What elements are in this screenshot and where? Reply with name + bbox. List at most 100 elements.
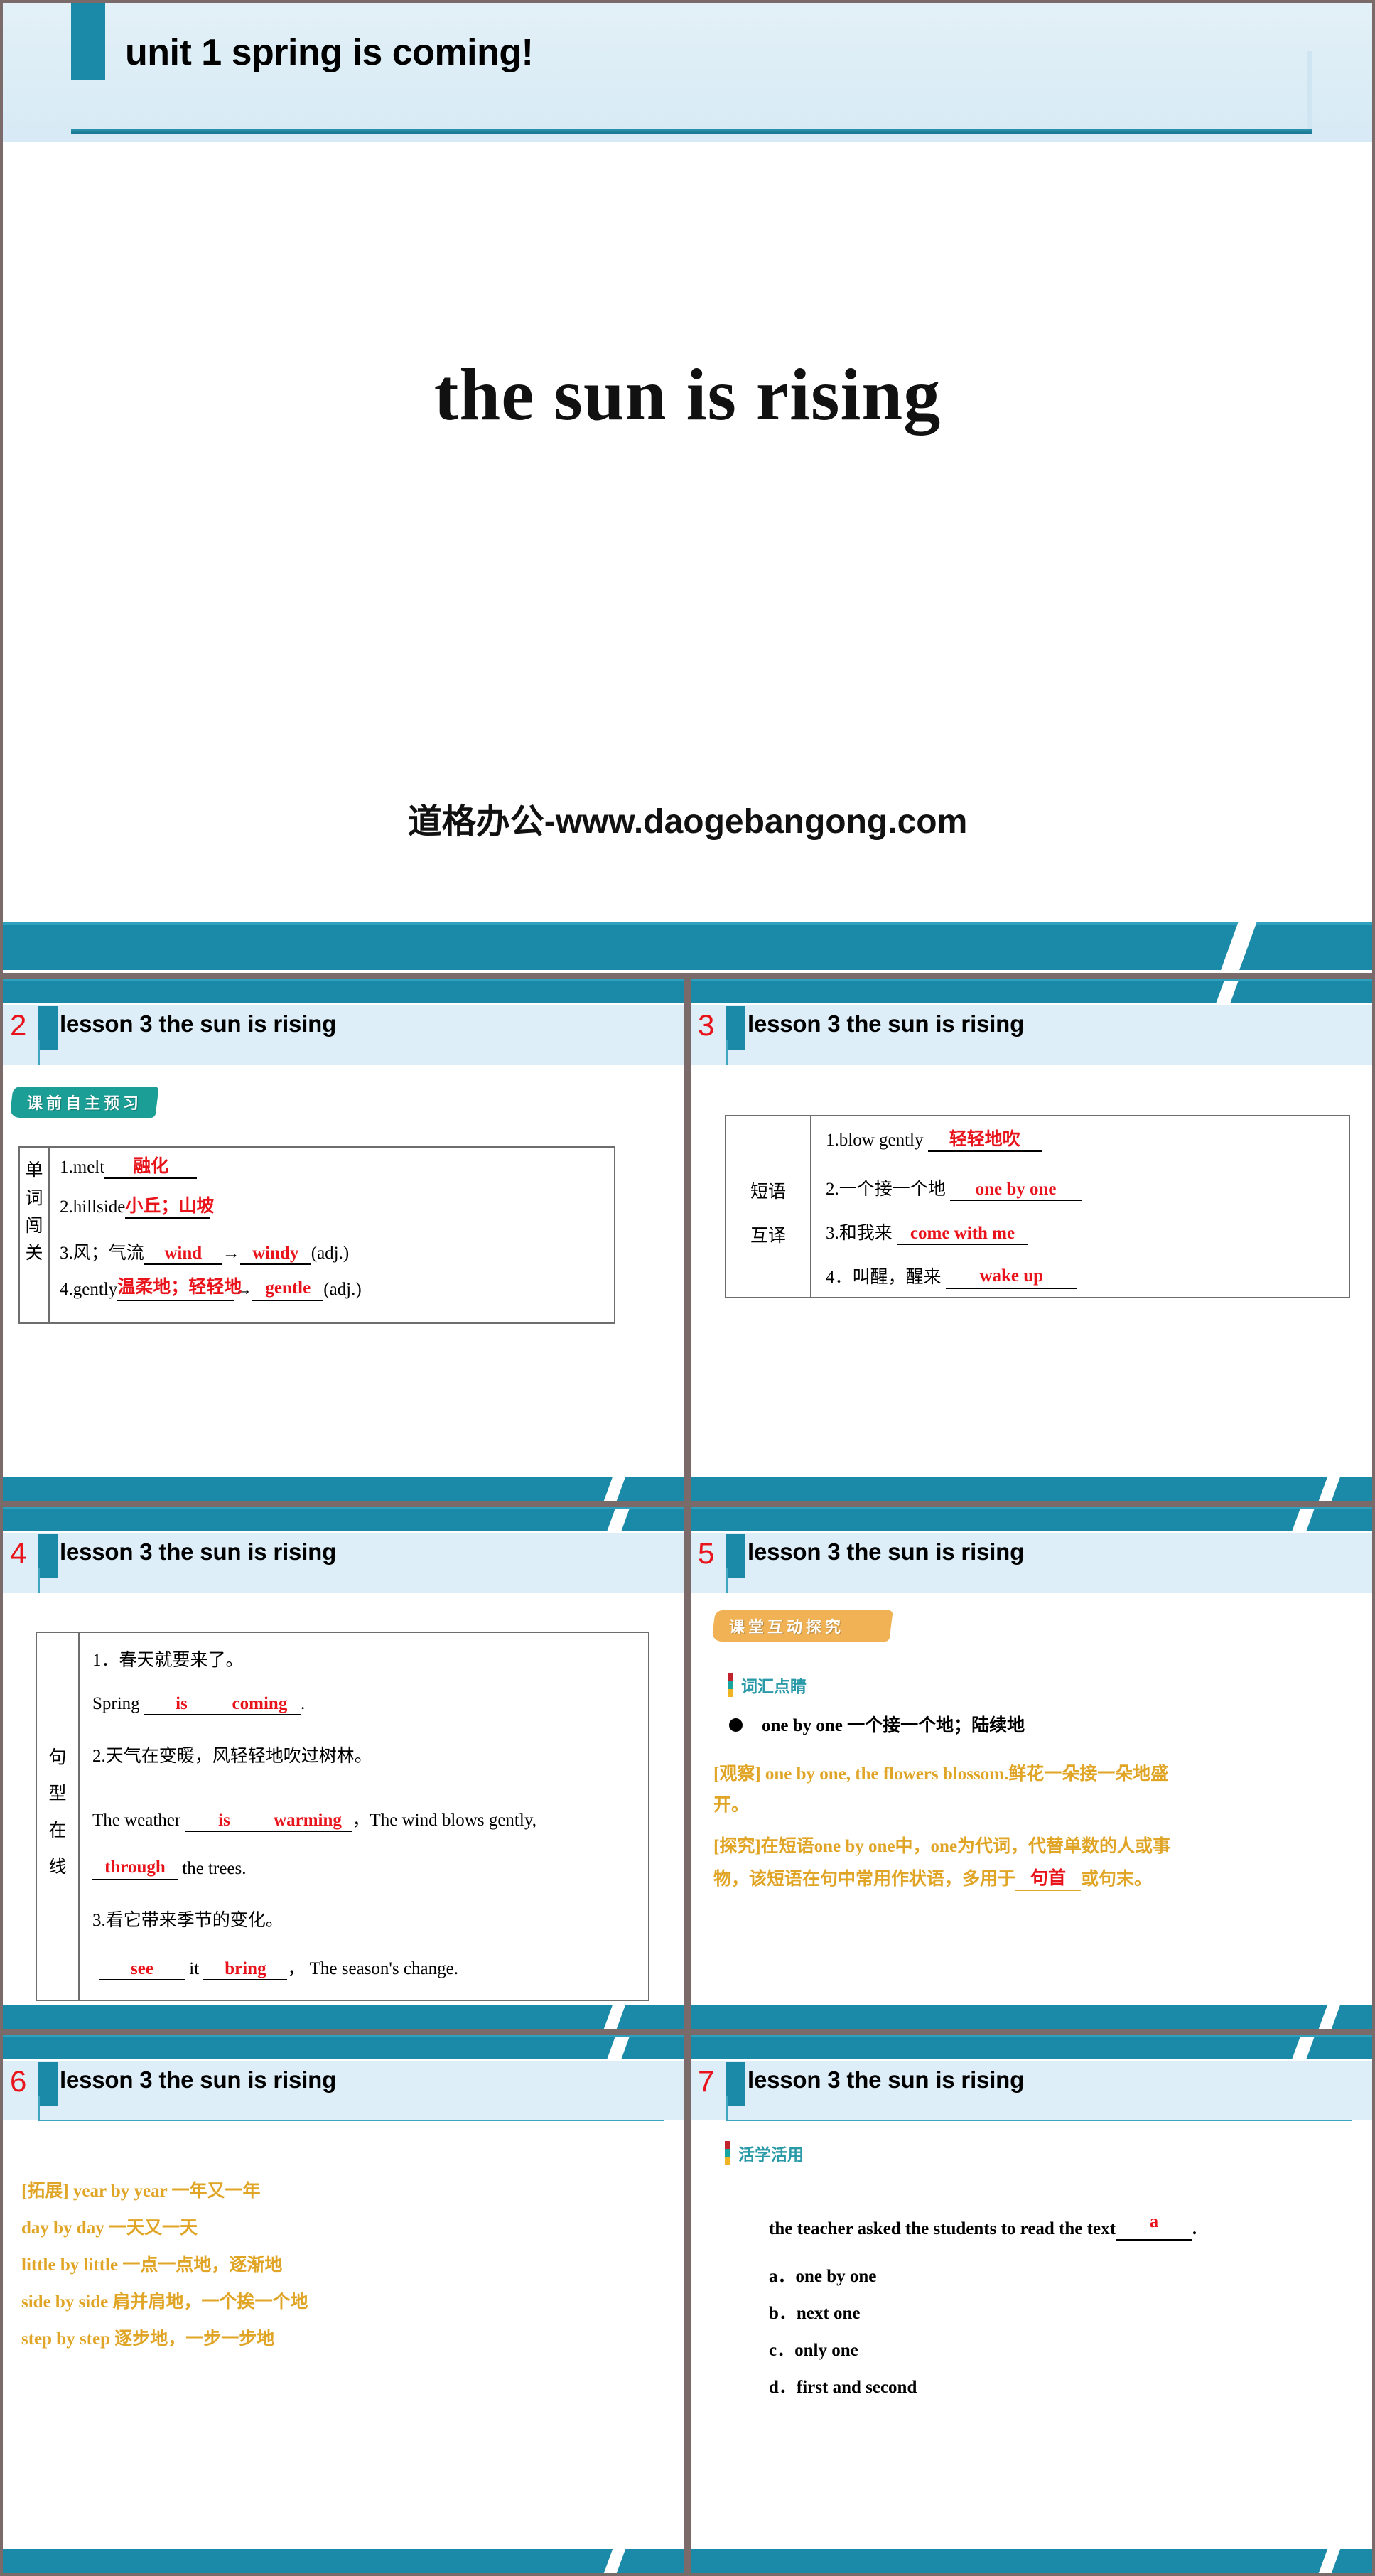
slide-4-line-7: see it bring， The season's change.: [99, 1954, 458, 1980]
slide-3-table-divider: [810, 1116, 811, 1297]
slide-5-tag: 课堂互动探究: [711, 1610, 893, 1642]
slide-4-line-3: 2.天气在变暖，风轻轻地吹过树林。: [92, 1742, 372, 1767]
slide-2-title: lesson 3 the sun is rising: [60, 1011, 337, 1037]
slide-3-row-4-answer: wake up: [979, 1266, 1044, 1286]
slide-4-line-2: Spring is coming.: [92, 1694, 305, 1715]
slide-4-header: 4 lesson 3 the sun is rising: [3, 1533, 684, 1593]
slide-7-number: 7: [698, 2064, 715, 2098]
slide-7-body: 活学活用 the teacher asked the students to r…: [691, 2121, 1372, 2549]
slide-4-answer-2: coming: [232, 1694, 288, 1713]
slide-5-number-bar: [726, 1534, 745, 1578]
slide-1-accent-bar: [71, 3, 105, 80]
slide-4-answer-1: is: [176, 1694, 188, 1713]
slide-2-row-4-lead: 4.gently: [60, 1280, 118, 1299]
slide-7-option-d-text: d．first and second: [769, 2378, 917, 2397]
slide-2-number: 2: [10, 1008, 27, 1042]
slide-7-top-slash: [1288, 2037, 1318, 2059]
slide-5-bottom-slash: [1314, 2005, 1345, 2029]
slide-1-header-rule: [71, 129, 1312, 134]
slide-6-expansion-3-text: little by little 一点一点地，逐渐地: [21, 2256, 283, 2275]
slide-5-title: lesson 3 the sun is rising: [748, 1538, 1025, 1565]
slide-7-bottom-slash: [1314, 2549, 1345, 2573]
slide-1-footer-band: [3, 915, 1372, 973]
slide-4-table-divider: [78, 1633, 80, 2000]
slide-deck-page: unit 1 spring is coming! the sun is risi…: [0, 0, 1375, 2576]
slide-4-bottom-band: [3, 2005, 684, 2029]
slide-7-title-left-edge: [726, 2096, 728, 2122]
slide-6-number-bar: [38, 2062, 58, 2106]
slide-7-question: the teacher asked the students to read t…: [769, 2212, 1197, 2241]
slide-6-number: 6: [10, 2064, 27, 2098]
slide-2-row-3-answer2: windy: [252, 1244, 299, 1263]
slide-2-row-3: 3.风；气流 wind → windy (adj.): [60, 1239, 349, 1265]
watermark-text: 道格办公-www.daogebangong.com: [407, 803, 968, 841]
slide-5-number: 5: [698, 1536, 715, 1570]
slide-7-top-band: [691, 2035, 1372, 2059]
slide-4-top-slash: [603, 1509, 633, 1531]
slide-2-row-1-answer: 融化: [133, 1157, 169, 1176]
slide-7-option-d[interactable]: d．first and second: [769, 2373, 917, 2398]
slide-5-top-band: [691, 1507, 1372, 1531]
slide-2-row-2-answer: 小丘；山坡: [125, 1197, 215, 1216]
slide-7-option-c[interactable]: c．only one: [769, 2336, 858, 2361]
slide-5-note2-line2a-text: 物，该短语在句中常用作状语，多用于: [713, 1870, 1016, 1889]
slide-7-option-a[interactable]: a．one by one: [769, 2262, 876, 2287]
slide-7-section-marker: 活学活用: [725, 2141, 804, 2165]
slide-2-tag: 课前自主预习: [9, 1087, 159, 1118]
footer-slash-decor: [1216, 915, 1260, 973]
slide-5-entry-text: one by one 一个接一个地；陆续地: [762, 1716, 1025, 1735]
slide-6-expansion-5: step by step 逐步地，一步一步地: [21, 2324, 274, 2350]
slide-5-note1-line2: 开。: [713, 1791, 749, 1816]
slide-4-number-bar: [38, 1534, 58, 1578]
unit-title: unit 1 spring is coming!: [125, 32, 534, 73]
slide-7-bottom-band: [691, 2549, 1372, 2573]
slide-4-body: 句型在线 1．春天就要来了。 Spring is coming. 2.天气在变暖…: [3, 1593, 684, 2005]
slide-4-title: lesson 3 the sun is rising: [60, 1538, 337, 1565]
slide-2-row-1-lead: 1.melt: [60, 1158, 105, 1177]
slide-5-note1-line1-text: [观察] one by one, the flowers blossom.鲜花一…: [713, 1764, 1169, 1784]
slide-3-row-2-answer: one by one: [975, 1180, 1057, 1199]
slide-2-body: 课前自主预习 单词闯关 1.melt 融化 2.hillside 小丘；山坡 3…: [3, 1065, 684, 1477]
slide-2-number-bar: [38, 1006, 58, 1050]
slide-4-side-label: 句型在线: [48, 1748, 67, 1877]
slide-5-title-left-edge: [726, 1568, 728, 1594]
slide-4-answer-6: see: [131, 1959, 153, 1978]
slide-2-row-3-arrow: →: [222, 1244, 240, 1263]
slide-5-body: 课堂互动探究 词汇点睛 one by one 一个接一个地；陆续地 [观察] o…: [691, 1593, 1372, 2005]
slide-5-marker-text: 词汇点睛: [741, 1678, 807, 1696]
slide-1-right-stub: [1307, 51, 1312, 131]
slide-7-question-text: the teacher asked the students to read t…: [769, 2219, 1116, 2238]
slide-3-top-band: [691, 979, 1372, 1003]
tri-color-bar-icon: [725, 2141, 730, 2165]
slide-5-note2-line2: 物，该短语在句中常用作状语，多用于 句首 或句末。: [713, 1865, 1152, 1891]
slide-6-header: 6 lesson 3 the sun is rising: [3, 2061, 684, 2120]
slide-3-row-1-lead: 1.blow gently: [826, 1131, 924, 1150]
slide-6-title-left-edge: [38, 2096, 40, 2122]
slide-4: 4 lesson 3 the sun is rising 句型在线 1．春天就要…: [3, 1507, 684, 2029]
slide-6-expansion-1: [拓展] year by year 一年又一年: [21, 2177, 261, 2202]
slide-4-line-5: through the trees.: [92, 1858, 246, 1880]
slide-4-answer-3: is: [218, 1811, 230, 1830]
main-title: the sun is rising: [433, 354, 942, 436]
slide-7-header: 7 lesson 3 the sun is rising: [691, 2061, 1372, 2120]
slide-2-tag-label: 课前自主预习: [27, 1095, 143, 1113]
slide-7-option-b[interactable]: b．next one: [769, 2299, 860, 2324]
slide-7-option-a-text: a．one by one: [769, 2267, 877, 2286]
slide-3-side-label-2: 互译: [750, 1227, 786, 1246]
slide-3-bottom-slash: [1314, 1477, 1345, 1501]
slide-2-row-4-suffix: (adj.): [323, 1280, 362, 1299]
slide-2-row-3-suffix: (adj.): [311, 1244, 350, 1263]
slide-7-title: lesson 3 the sun is rising: [748, 2066, 1025, 2093]
slide-3-row-1: 1.blow gently 轻轻地吹: [826, 1130, 1042, 1152]
slide-3-header: 3 lesson 3 the sun is rising: [691, 1005, 1372, 1065]
slide-5-note1-line2-text: 开。: [713, 1796, 750, 1815]
slide-1-canvas: [3, 142, 1372, 888]
slide-3-title-left-edge: [726, 1040, 728, 1066]
slide-3-phrase-table: 短语 互译 1.blow gently 轻轻地吹 2.一个接一个地 one by…: [725, 1115, 1350, 1298]
slide-5-bottom-band: [691, 2005, 1372, 2029]
slide-2-row-2-lead: 2.hillside: [60, 1197, 126, 1217]
slide-2-row-2: 2.hillside 小丘；山坡: [60, 1197, 214, 1219]
slide-4-line-3-text: 2.天气在变暖，风轻轻地吹过树林。: [92, 1747, 372, 1766]
slide-5: 5 lesson 3 the sun is rising 课堂互动探究 词汇点睛…: [691, 1507, 1372, 2029]
slide-3-number-bar: [726, 1006, 745, 1050]
